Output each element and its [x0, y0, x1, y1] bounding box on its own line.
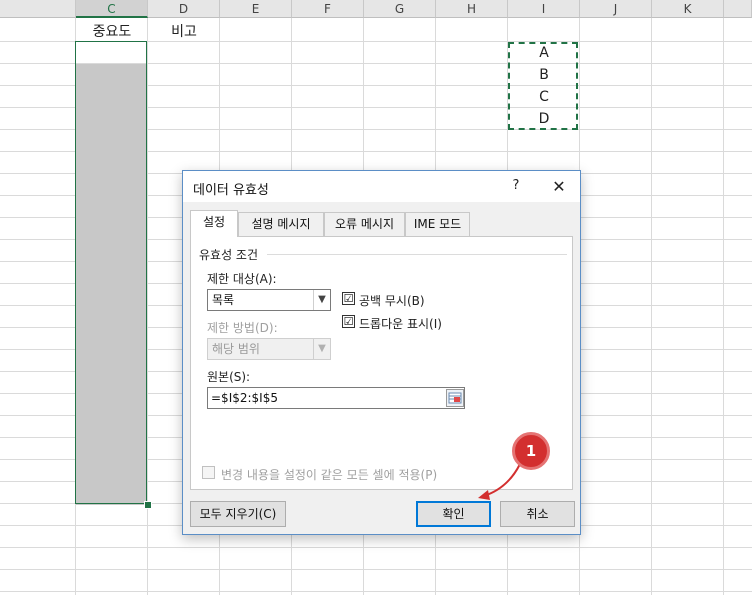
range-select-icon[interactable]: [446, 389, 464, 407]
allow-select[interactable]: 목록 ▼: [207, 289, 331, 311]
column-header-k[interactable]: K: [652, 0, 724, 18]
help-button[interactable]: ?: [508, 177, 524, 195]
apply-all-label: 변경 내용을 설정이 같은 모든 셀에 적용(P): [221, 468, 438, 482]
grid-row-line: [0, 569, 752, 570]
grid-row-line: [0, 547, 752, 548]
source-label: 원본(S):: [207, 370, 251, 384]
close-button[interactable]: ✕: [548, 177, 570, 197]
column-header-i[interactable]: I: [508, 0, 580, 18]
in-cell-dropdown-checkbox[interactable]: ☑: [342, 315, 355, 328]
cell-i5[interactable]: D: [508, 111, 580, 127]
column-header-c[interactable]: C: [76, 0, 148, 18]
column-header-f[interactable]: F: [292, 0, 364, 18]
fill-handle[interactable]: [144, 501, 152, 509]
allow-label: 제한 대상(A):: [207, 272, 277, 286]
cancel-button[interactable]: 취소: [500, 501, 575, 527]
ignore-blank-checkbox[interactable]: ☑: [342, 292, 355, 305]
cell-c1[interactable]: 중요도: [76, 21, 148, 41]
data-select-value: 해당 범위: [212, 342, 260, 356]
grid-row-line: [0, 591, 752, 592]
chevron-down-icon: ▼: [313, 339, 330, 359]
step-callout: 1: [512, 432, 550, 470]
allow-select-value: 목록: [212, 293, 235, 307]
validation-criteria-label: 유효성 조건: [199, 246, 263, 263]
in-cell-dropdown-label[interactable]: 드롭다운 표시(I): [359, 315, 442, 332]
cell-i3[interactable]: B: [508, 67, 580, 83]
column-header-e[interactable]: E: [220, 0, 292, 18]
data-validation-dialog: 데이터 유효성 ? ✕ 설정 설명 메시지 오류 메시지 IME 모드 유효성 …: [182, 170, 581, 535]
source-input[interactable]: =$I$2:$I$5: [207, 387, 465, 409]
column-header-h[interactable]: H: [436, 0, 508, 18]
dialog-title: 데이터 유효성: [193, 183, 269, 198]
group-divider: [267, 254, 567, 255]
column-header-j[interactable]: J: [580, 0, 652, 18]
grid-column-line: [651, 18, 652, 595]
tab-settings[interactable]: 설정: [190, 210, 238, 237]
tab-error-alert[interactable]: 오류 메시지: [324, 212, 405, 236]
cell-i2[interactable]: A: [508, 45, 580, 61]
cell-i4[interactable]: C: [508, 89, 580, 105]
tab-input-message[interactable]: 설명 메시지: [238, 212, 324, 236]
clear-all-button[interactable]: 모두 지우기(C): [190, 501, 286, 527]
apply-all-checkbox: [202, 466, 215, 479]
selected-range[interactable]: [75, 41, 147, 504]
dialog-titlebar[interactable]: 데이터 유효성 ? ✕: [183, 171, 580, 202]
ok-button[interactable]: 확인: [416, 501, 491, 527]
grid-column-line: [723, 18, 724, 595]
cell-d1[interactable]: 비고: [148, 21, 220, 41]
data-label: 제한 방법(D):: [207, 321, 278, 335]
column-header-l[interactable]: [724, 0, 752, 18]
column-header-blank[interactable]: [0, 0, 76, 18]
column-header-g[interactable]: G: [364, 0, 436, 18]
chevron-down-icon[interactable]: ▼: [313, 290, 330, 310]
data-select: 해당 범위 ▼: [207, 338, 331, 360]
column-header-d[interactable]: D: [148, 0, 220, 18]
ignore-blank-label[interactable]: 공백 무시(B): [359, 292, 425, 309]
tab-ime-mode[interactable]: IME 모드: [405, 212, 470, 236]
